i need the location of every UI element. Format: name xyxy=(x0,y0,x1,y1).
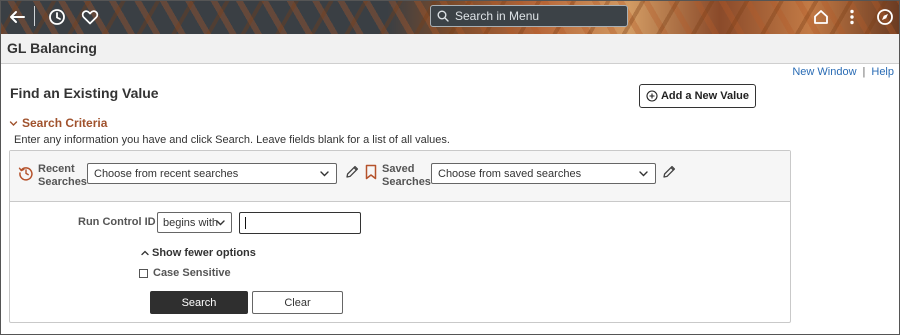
case-sensitive-checkbox[interactable] xyxy=(139,268,148,278)
link-separator: | xyxy=(862,66,866,78)
run-control-operator-value: begins with xyxy=(163,216,219,229)
saved-searches-value: Choose from saved searches xyxy=(438,167,582,180)
history-icon[interactable] xyxy=(46,6,68,28)
saved-bookmark-icon xyxy=(365,164,377,180)
menu-search-placeholder: Search in Menu xyxy=(455,9,540,23)
more-vertical-icon[interactable] xyxy=(841,6,863,28)
add-new-value-label: Add a New Value xyxy=(660,90,750,102)
home-icon[interactable] xyxy=(810,6,832,28)
recent-label-line1: Recent xyxy=(38,163,75,175)
search-criteria-toggle[interactable]: Search Criteria xyxy=(9,116,107,130)
recent-searches-select[interactable]: Choose from recent searches xyxy=(87,163,337,184)
navigator-compass-icon[interactable] xyxy=(874,6,896,28)
favorites-heart-icon[interactable] xyxy=(79,6,101,28)
run-control-id-label: Run Control ID xyxy=(78,216,156,228)
recent-history-icon xyxy=(18,167,33,181)
search-hint: Enter any information you have and click… xyxy=(14,134,450,146)
chevron-down-icon xyxy=(320,171,329,177)
show-fewer-options-label: Show fewer options xyxy=(152,247,256,259)
text-caret xyxy=(245,217,246,229)
clear-button[interactable]: Clear xyxy=(252,291,343,314)
saved-searches-select[interactable]: Choose from saved searches xyxy=(431,163,656,184)
run-control-operator-select[interactable]: begins with xyxy=(157,212,232,233)
header-divider xyxy=(34,6,35,26)
saved-label-line1: Saved xyxy=(382,163,415,175)
new-window-link[interactable]: New Window xyxy=(792,66,856,78)
menu-search-input[interactable]: Search in Menu xyxy=(430,5,628,27)
recent-label-line2: Searches xyxy=(38,176,87,188)
header-banner: Search in Menu xyxy=(1,1,899,34)
help-link[interactable]: Help xyxy=(871,66,894,78)
show-fewer-options-link[interactable]: Show fewer options xyxy=(140,247,256,259)
search-criteria-heading: Search Criteria xyxy=(22,116,108,130)
recent-searches-label: Recent Searches xyxy=(38,163,87,189)
case-sensitive-label: Case Sensitive xyxy=(153,267,231,279)
case-sensitive-option[interactable]: Case Sensitive xyxy=(139,267,231,279)
page-title-bar: GL Balancing xyxy=(1,34,899,64)
edit-saved-pencil-icon[interactable] xyxy=(661,164,677,180)
page-links: New Window | Help xyxy=(792,66,894,78)
chevron-up-icon xyxy=(141,250,149,256)
find-existing-heading: Find an Existing Value xyxy=(10,85,159,101)
search-icon xyxy=(437,10,449,22)
search-button[interactable]: Search xyxy=(150,291,248,314)
chevron-down-icon xyxy=(9,120,18,126)
saved-label-line2: Searches xyxy=(382,176,431,188)
run-control-id-input[interactable] xyxy=(239,212,361,234)
add-new-value-button[interactable]: Add a New Value xyxy=(639,84,756,108)
chevron-down-icon xyxy=(639,171,648,177)
recent-searches-value: Choose from recent searches xyxy=(94,167,239,180)
back-arrow-icon[interactable] xyxy=(6,6,28,28)
chevron-down-icon xyxy=(216,220,225,226)
saved-searches-label: Saved Searches xyxy=(382,163,431,189)
page-title: GL Balancing xyxy=(7,40,97,56)
edit-recent-pencil-icon[interactable] xyxy=(344,164,360,180)
plus-circle-icon xyxy=(646,90,658,102)
